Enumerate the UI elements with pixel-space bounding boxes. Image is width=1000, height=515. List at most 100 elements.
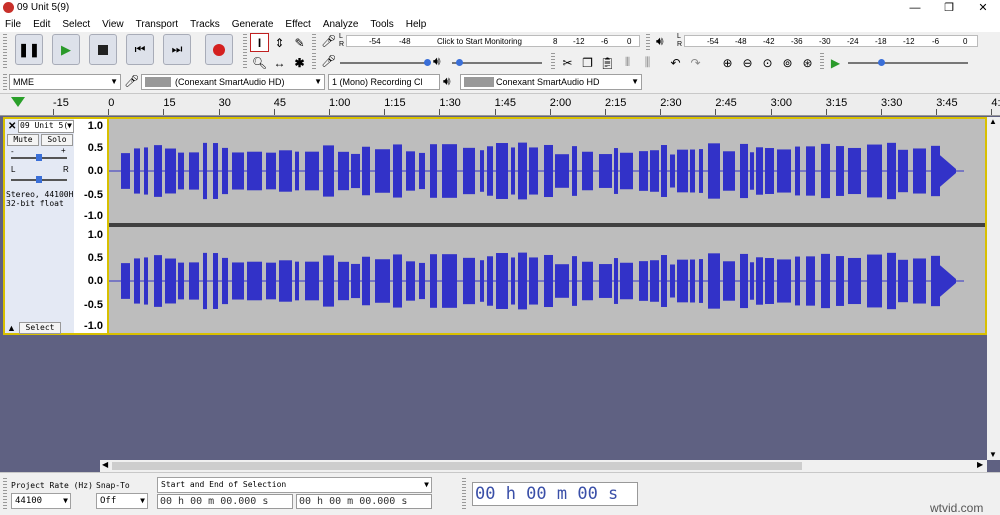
menu-file[interactable]: File <box>5 19 21 30</box>
waveform-segment <box>670 264 675 298</box>
toolbar-grip[interactable] <box>646 34 650 50</box>
solo-button[interactable]: Solo <box>41 134 73 146</box>
selection-start-time[interactable]: 00 h 00 m 00.000 s <box>157 494 293 509</box>
trim-icon[interactable]: ⫴ <box>618 53 637 72</box>
toolbar-grip[interactable] <box>3 74 7 90</box>
audio-track[interactable] <box>107 117 987 335</box>
scroll-right-icon[interactable]: ▶ <box>977 460 983 469</box>
recording-device-select[interactable]: (Conexant SmartAudio HD) ▼ <box>141 74 325 90</box>
menu-tracks[interactable]: Tracks <box>190 19 220 30</box>
audio-host-select[interactable]: MME ▼ <box>9 74 121 90</box>
copy-icon[interactable]: ❐ <box>578 53 597 72</box>
meter-tick: -36 <box>791 37 803 46</box>
minimize-button[interactable]: — <box>898 0 932 16</box>
toolbar-grip[interactable] <box>551 53 555 69</box>
zoom-toggle-icon[interactable]: ⊛ <box>798 53 817 72</box>
pause-button[interactable]: ❚❚ <box>15 34 43 65</box>
play-button[interactable]: ▶ <box>52 34 80 65</box>
silence-icon[interactable]: ⫼ <box>638 53 657 72</box>
record-meter[interactable]: -54 -48 Click to Start Monitoring 8 -12 … <box>346 35 640 47</box>
timeline-ruler[interactable]: -15 0 15 30 45 1:00 1:15 1:30 1:45 2:00 2:15 2:30 2:… <box>0 94 1000 116</box>
playback-volume-slider[interactable] <box>452 59 542 66</box>
play-at-speed-icon[interactable]: ▶ <box>826 53 845 72</box>
toolbar-grip[interactable] <box>462 478 466 510</box>
pan-slider[interactable] <box>11 176 67 183</box>
record-button[interactable] <box>205 34 233 65</box>
slider-thumb[interactable] <box>878 59 885 66</box>
toolbar-grip[interactable] <box>312 34 316 50</box>
menu-edit[interactable]: Edit <box>33 19 50 30</box>
waveform-segment <box>419 152 425 190</box>
close-button[interactable]: ✕ <box>966 0 1000 16</box>
gain-slider[interactable] <box>11 154 67 161</box>
draw-tool[interactable]: ✎ <box>290 33 309 52</box>
timeshift-tool[interactable]: ↔ <box>270 53 289 72</box>
pin-head-icon[interactable] <box>11 97 25 107</box>
collapse-track-icon[interactable]: ▲ <box>7 323 16 333</box>
selection-mode-select[interactable]: Start and End of Selection ▼ <box>157 477 432 493</box>
maximize-button[interactable]: ❐ <box>932 0 966 16</box>
scale-label: -0.5 <box>84 189 103 201</box>
play-speed-slider[interactable] <box>848 59 968 66</box>
slider-thumb[interactable] <box>456 59 463 66</box>
redo-icon[interactable]: ↷ <box>686 53 705 72</box>
playback-meter[interactable]: -54 -48 -42 -36 -30 -24 -18 -12 -6 0 <box>684 35 978 47</box>
record-volume-slider[interactable] <box>340 59 431 66</box>
toolbar-grip[interactable] <box>312 53 316 69</box>
menu-view[interactable]: View <box>102 19 124 30</box>
toolbar-grip[interactable] <box>820 53 824 69</box>
zoom-out-icon[interactable]: ⊖ <box>738 53 757 72</box>
fit-project-icon[interactable]: ⊚ <box>778 53 797 72</box>
slider-thumb[interactable] <box>36 154 42 161</box>
menu-transport[interactable]: Transport <box>136 19 178 30</box>
snap-to-select[interactable]: Off ▼ <box>96 493 148 509</box>
waveform-segment <box>323 255 334 307</box>
horizontal-scrollbar[interactable]: ◀ ▶ <box>100 460 987 472</box>
monitoring-hint[interactable]: Click to Start Monitoring <box>437 37 522 46</box>
selection-tool[interactable]: I <box>250 33 269 52</box>
waveform-segment <box>620 262 633 300</box>
close-track-icon[interactable]: ✕ <box>8 121 16 132</box>
selection-end-time[interactable]: 00 h 00 m 00.000 s <box>296 494 432 509</box>
menu-help[interactable]: Help <box>406 19 427 30</box>
waveform[interactable] <box>109 119 985 333</box>
menu-select[interactable]: Select <box>62 19 90 30</box>
menu-effect[interactable]: Effect <box>285 19 310 30</box>
scroll-down-icon[interactable]: ▼ <box>989 450 997 459</box>
waveform-segment <box>555 264 569 298</box>
zoom-tool[interactable]: 🔍︎ <box>250 53 269 72</box>
paste-icon[interactable]: 📋︎ <box>598 53 617 72</box>
stop-button[interactable] <box>89 34 117 65</box>
waveform-segment <box>867 254 882 308</box>
meter-tick: -12 <box>573 37 585 46</box>
recording-channels-select[interactable]: 1 (Mono) Recording Cl <box>328 74 440 90</box>
slider-thumb[interactable] <box>424 59 431 66</box>
toolbar-grip[interactable] <box>3 478 7 510</box>
skip-end-button[interactable]: ⏭ <box>163 34 191 65</box>
scroll-left-icon[interactable]: ◀ <box>102 460 108 469</box>
envelope-tool[interactable]: ⇕ <box>270 33 289 52</box>
menu-tools[interactable]: Tools <box>370 19 393 30</box>
multi-tool[interactable]: ✱ <box>290 53 309 72</box>
menu-analyze[interactable]: Analyze <box>323 19 359 30</box>
audio-position-time[interactable]: 00 h 00 m 00 s <box>472 482 638 506</box>
playback-device-select[interactable]: Conexant SmartAudio HD ▼ <box>460 74 642 90</box>
microphone-icon: 🎤︎ <box>124 74 140 88</box>
track-name-menu[interactable]: 09 Unit 5(▼ <box>18 120 74 133</box>
project-rate-select[interactable]: 44100 ▼ <box>11 493 71 509</box>
slider-thumb[interactable] <box>36 176 42 183</box>
fit-selection-icon[interactable]: ⊙ <box>758 53 777 72</box>
mute-button[interactable]: Mute <box>7 134 39 146</box>
toolbar-grip[interactable] <box>3 34 7 68</box>
zoom-in-icon[interactable]: ⊕ <box>718 53 737 72</box>
audio-position-value: 00 h 00 m 00 s <box>475 484 619 504</box>
cut-icon[interactable]: ✂ <box>558 53 577 72</box>
scroll-up-icon[interactable]: ▲ <box>989 117 997 126</box>
toolbar-grip[interactable] <box>243 34 247 68</box>
scroll-thumb[interactable] <box>112 462 802 470</box>
undo-icon[interactable]: ↶ <box>666 53 685 72</box>
vertical-scrollbar[interactable]: ▲ ▼ <box>987 117 1000 460</box>
skip-start-button[interactable]: ⏮ <box>126 34 154 65</box>
menu-generate[interactable]: Generate <box>232 19 274 30</box>
select-track-button[interactable]: Select <box>19 322 61 334</box>
